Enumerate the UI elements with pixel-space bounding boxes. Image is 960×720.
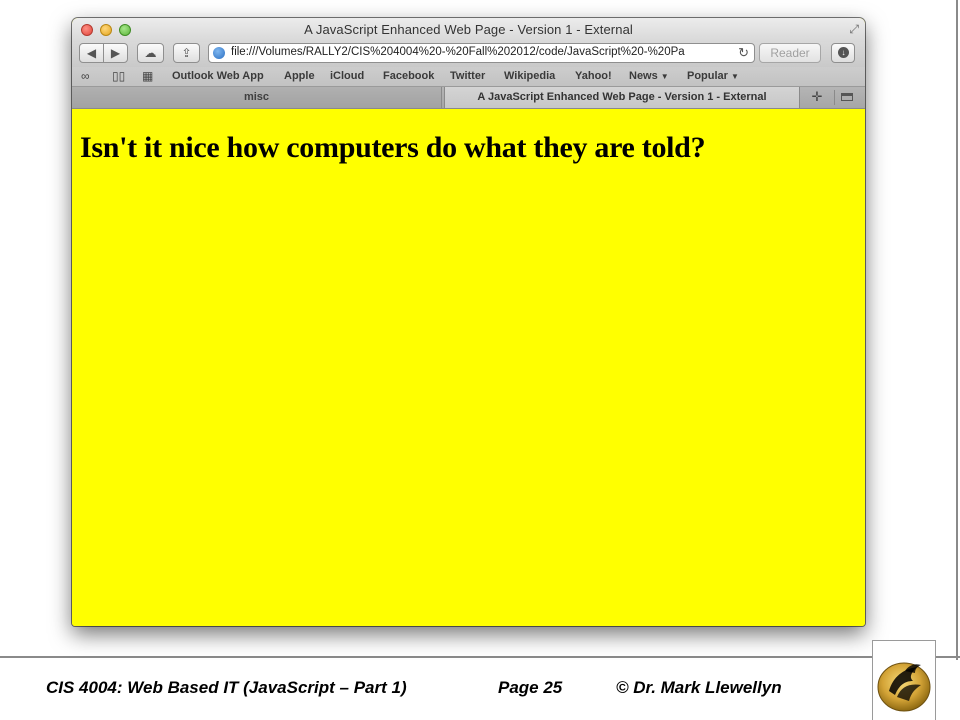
tab-misc[interactable]: misc [72, 87, 442, 108]
tab-overview-icon [841, 93, 853, 101]
reading-list-icon[interactable]: ∞ [81, 69, 90, 83]
bookmark-apple[interactable]: Apple [284, 70, 315, 82]
bookmark-facebook[interactable]: Facebook [383, 70, 434, 82]
browser-window: A JavaScript Enhanced Web Page - Version… [72, 18, 865, 626]
globe-icon [213, 47, 225, 59]
news-dropdown-icon: ▼ [660, 72, 669, 81]
bookmark-news-folder[interactable]: News ▼ [629, 70, 669, 82]
title-bar: A JavaScript Enhanced Web Page - Version… [72, 18, 865, 42]
footer-page-number: Page 25 [498, 678, 563, 697]
url-text[interactable]: file:///Volumes/RALLY2/CIS%204004%20-%20… [231, 46, 731, 58]
share-icon: ⇪ [181, 46, 192, 60]
window-title: A JavaScript Enhanced Web Page - Version… [304, 22, 633, 37]
bookmark-wikipedia[interactable]: Wikipedia [504, 70, 555, 82]
reader-button[interactable]: Reader [759, 43, 821, 63]
ucf-pegasus-logo [872, 640, 936, 720]
tab-overview-button[interactable] [834, 90, 858, 105]
popular-dropdown-icon: ▼ [730, 72, 739, 81]
share-button[interactable]: ⇪ [173, 43, 200, 63]
downloads-button[interactable]: ↓ [831, 43, 855, 63]
bookmarks-book-icon[interactable]: ▯▯ [112, 69, 125, 83]
back-button[interactable]: ◀ [79, 43, 104, 63]
page-heading: Isn't it nice how computers do what they… [80, 131, 706, 164]
browser-toolbar: ◀ ▶ ☁ ⇪ file:///Volumes/RALLY2/CIS%20400… [72, 42, 865, 67]
bookmark-popular-folder[interactable]: Popular ▼ [687, 70, 739, 82]
pegasus-logo-icon [877, 662, 931, 712]
bookmark-outlook[interactable]: Outlook Web App [172, 70, 264, 82]
bookmarks-bar: ∞ ▯▯ ▦ Outlook Web App Apple iCloud Face… [72, 67, 865, 87]
web-page-content: Isn't it nice how computers do what they… [72, 109, 865, 626]
cloud-icon: ☁ [144, 46, 157, 60]
slide-footer: CIS 4004: Web Based IT (JavaScript – Par… [0, 672, 860, 704]
bookmark-icloud[interactable]: iCloud [330, 70, 364, 82]
new-tab-button[interactable]: ✛ [806, 89, 828, 106]
tab-active-page[interactable]: A JavaScript Enhanced Web Page - Version… [444, 87, 800, 108]
forward-button[interactable]: ▶ [103, 43, 128, 63]
fullscreen-icon[interactable]: ⤢ [849, 22, 859, 37]
footer-course-title: CIS 4004: Web Based IT (JavaScript – Par… [46, 678, 407, 697]
address-bar[interactable]: file:///Volumes/RALLY2/CIS%204004%20-%20… [208, 43, 755, 63]
top-sites-grid-icon[interactable]: ▦ [142, 69, 153, 83]
tab-bar: misc A JavaScript Enhanced Web Page - Ve… [72, 87, 865, 109]
bookmark-news-label: News [629, 70, 658, 82]
bookmark-twitter[interactable]: Twitter [450, 70, 485, 82]
icloud-tabs-button[interactable]: ☁ [137, 43, 164, 63]
reload-icon[interactable]: ↻ [738, 45, 749, 61]
back-arrow-icon: ◀ [86, 46, 97, 60]
footer-copyright: © Dr. Mark Llewellyn [616, 678, 782, 697]
slide-border-bottom [0, 656, 960, 658]
bookmark-yahoo[interactable]: Yahoo! [575, 70, 612, 82]
download-icon: ↓ [838, 47, 849, 58]
slide-border-right [956, 0, 958, 660]
forward-arrow-icon: ▶ [110, 46, 121, 60]
bookmark-popular-label: Popular [687, 70, 728, 82]
